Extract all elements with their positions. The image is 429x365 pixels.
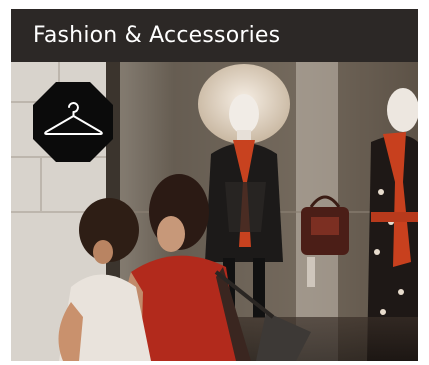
category-badge xyxy=(33,82,113,162)
category-header: Fashion & Accessories xyxy=(11,9,418,62)
category-title: Fashion & Accessories xyxy=(33,23,281,48)
category-card[interactable]: Fashion & Accessories xyxy=(11,9,418,361)
